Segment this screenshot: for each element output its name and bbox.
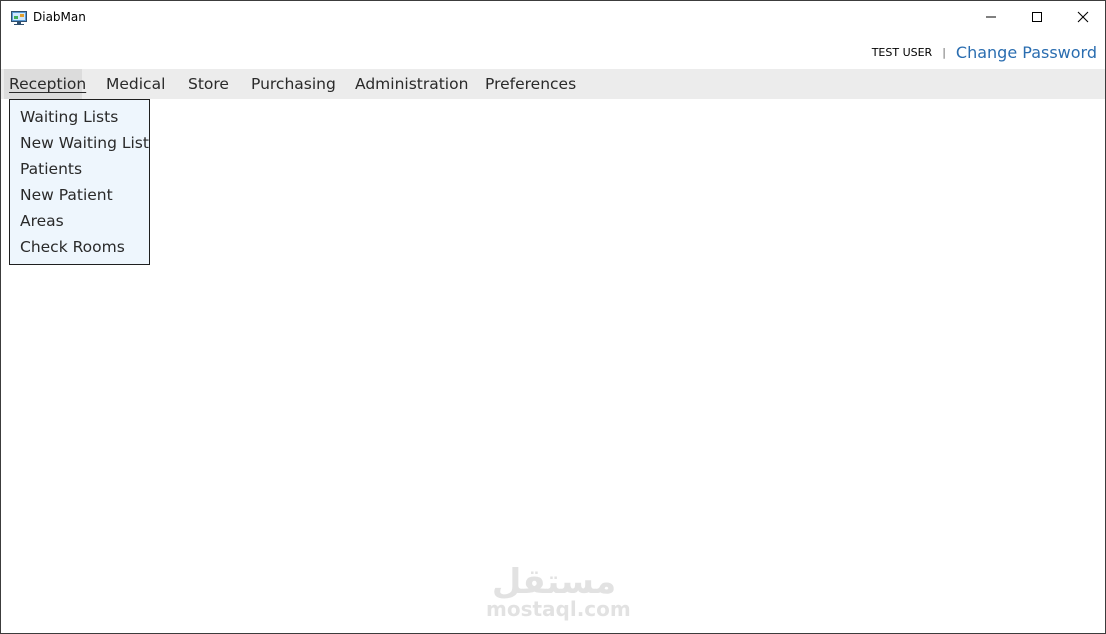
title-bar[interactable]: DiabMan xyxy=(1,1,1105,33)
app-window: DiabMan TEST USER | Change Password Rece… xyxy=(0,0,1106,634)
user-bar: TEST USER | Change Password xyxy=(872,39,1097,65)
dropdown-item-check-rooms[interactable]: Check Rooms xyxy=(20,234,125,260)
mostaql-watermark: مستقل mostaql.com xyxy=(486,561,631,623)
dropdown-item-waiting-lists[interactable]: Waiting Lists xyxy=(20,104,118,130)
dropdown-item-new-patient[interactable]: New Patient xyxy=(20,182,113,208)
menu-item-medical[interactable]: Medical xyxy=(106,69,165,99)
window-title: DiabMan xyxy=(33,10,86,24)
dropdown-item-areas[interactable]: Areas xyxy=(20,208,64,234)
minimize-icon xyxy=(986,16,996,18)
menu-item-administration[interactable]: Administration xyxy=(355,69,468,99)
menu-bar: Reception Medical Store Purchasing Admin… xyxy=(1,69,1105,99)
close-button[interactable] xyxy=(1060,1,1106,33)
watermark-text: mostaql.com xyxy=(486,597,631,621)
app-monitor-icon xyxy=(11,10,27,25)
close-icon xyxy=(1077,11,1089,23)
menu-item-store[interactable]: Store xyxy=(188,69,229,99)
menu-item-reception[interactable]: Reception xyxy=(9,69,86,99)
username-label: TEST USER xyxy=(871,45,933,59)
dropdown-item-patients[interactable]: Patients xyxy=(20,156,82,182)
menu-item-preferences[interactable]: Preferences xyxy=(485,69,576,99)
maximize-button[interactable] xyxy=(1014,1,1060,33)
dropdown-item-new-waiting-list[interactable]: New Waiting List xyxy=(20,130,149,156)
menu-item-purchasing[interactable]: Purchasing xyxy=(251,69,336,99)
user-separator: | xyxy=(942,45,946,59)
minimize-button[interactable] xyxy=(968,1,1014,33)
maximize-icon xyxy=(1032,12,1042,22)
svg-text:مستقل: مستقل xyxy=(492,562,616,599)
change-password-link[interactable]: Change Password xyxy=(956,43,1097,62)
reception-dropdown-menu: Waiting Lists New Waiting List Patients … xyxy=(9,99,150,265)
mostaql-logo-icon: مستقل xyxy=(492,562,616,602)
